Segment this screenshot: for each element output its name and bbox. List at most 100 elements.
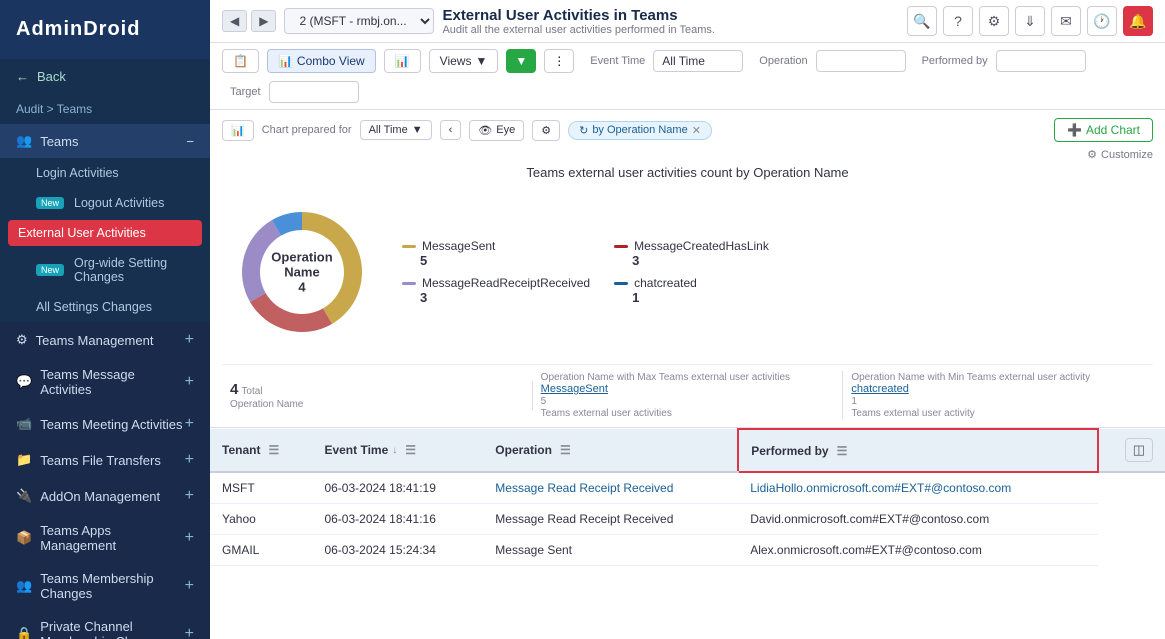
sidebar-sub-item-logout[interactable]: NewLogout Activities bbox=[0, 188, 210, 218]
add-chart-btn[interactable]: ➕ Add Chart bbox=[1054, 118, 1153, 142]
chart-bar-btn[interactable]: 📊 bbox=[222, 120, 254, 141]
donut-svg bbox=[222, 192, 382, 352]
table-view-btn[interactable]: 📋 bbox=[222, 49, 259, 73]
col-menu-tenant[interactable]: ☰ bbox=[268, 443, 279, 457]
file-expand-icon: + bbox=[185, 451, 194, 469]
legend-count: 3 bbox=[614, 253, 802, 268]
file-label: Teams File Transfers bbox=[40, 453, 161, 468]
topbar-actions: 🔍 ? ⚙ ⇓ ✉ 🕐 🔔 bbox=[907, 6, 1153, 36]
event-time-select[interactable]: All Time bbox=[653, 50, 743, 72]
filter-btn[interactable]: ▼ bbox=[506, 49, 536, 73]
customize-btn[interactable]: ⚙ Customize bbox=[1087, 148, 1153, 161]
sidebar-item-meeting[interactable]: 📹Teams Meeting Activities+ bbox=[0, 406, 210, 442]
donut-segment-MessageSent bbox=[302, 212, 362, 324]
footer-max: Operation Name with Max Teams external u… bbox=[533, 371, 844, 419]
clock-btn[interactable]: 🕐 bbox=[1087, 6, 1117, 36]
operation-label: Operation bbox=[759, 55, 807, 67]
private-icon: 🔒 bbox=[16, 626, 32, 639]
chart-footer: 4 TotalOperation NameOperation Name with… bbox=[222, 364, 1153, 419]
col-menu-eventtime[interactable]: ☰ bbox=[405, 443, 416, 457]
target-filter: Target bbox=[230, 81, 359, 103]
col-operation: Operation☰ bbox=[483, 429, 738, 472]
sidebar-sub-item-orgwide[interactable]: NewOrg-wide Setting Changes bbox=[0, 248, 210, 292]
teams-icon: 👥 bbox=[16, 133, 32, 149]
sidebar-item-apps[interactable]: 📦Teams Apps Management+ bbox=[0, 514, 210, 562]
legend-item-MessageSent: MessageSent5 bbox=[402, 239, 590, 268]
performedby-select[interactable] bbox=[996, 50, 1086, 72]
sidebar-item-addon[interactable]: 🔌AddOn Management+ bbox=[0, 478, 210, 514]
chart-prepared-value: All Time bbox=[369, 124, 408, 136]
chart-area: 📊 Chart prepared for All Time ▼ ‹ 👁 Eye … bbox=[210, 110, 1165, 428]
views-label: Views bbox=[440, 54, 472, 68]
combo-view-btn[interactable]: 📊 Combo View bbox=[267, 49, 376, 73]
cell-eventtime: 06-03-2024 15:24:34 bbox=[312, 535, 483, 566]
addon-expand-icon: + bbox=[185, 487, 194, 505]
sidebar-sub-item-login[interactable]: Login Activities bbox=[0, 158, 210, 188]
legend-name: MessageReadReceiptReceived bbox=[422, 276, 590, 290]
footer-max-extra: 5Teams external user activities bbox=[541, 396, 672, 419]
table-body: MSFT 06-03-2024 18:41:19 Message Read Re… bbox=[210, 472, 1165, 566]
back-button[interactable]: ← Back bbox=[0, 59, 210, 94]
help-btn[interactable]: ? bbox=[943, 6, 973, 36]
sidebar-item-private[interactable]: 🔒Private Channel Membership Changes+ bbox=[0, 610, 210, 639]
table-columns-row: Tenant☰Event Time↓☰Operation☰Performed b… bbox=[210, 429, 1165, 472]
search-btn[interactable]: 🔍 bbox=[907, 6, 937, 36]
teams-collapse-icon: − bbox=[186, 134, 194, 149]
views-chevron: ▼ bbox=[475, 54, 487, 68]
footer-min-link[interactable]: chatcreated bbox=[851, 383, 908, 395]
col-menu-performedby[interactable]: ☰ bbox=[837, 444, 848, 458]
filter-more-btn[interactable]: ⋮ bbox=[544, 49, 574, 73]
footer-max-link[interactable]: MessageSent bbox=[541, 383, 608, 395]
cell-performedby: Alex.onmicrosoft.com#EXT#@contoso.com bbox=[738, 535, 1097, 566]
footer-total-label: Total bbox=[241, 386, 262, 397]
management-icon: ⚙ bbox=[16, 332, 28, 348]
email-link[interactable]: LidiaHollo.onmicrosoft.com#EXT#@contoso.… bbox=[750, 481, 1011, 495]
sidebar-item-message[interactable]: 💬Teams Message Activities+ bbox=[0, 358, 210, 406]
nav-fwd-btn[interactable]: ▶ bbox=[251, 10, 276, 32]
email-btn[interactable]: ✉ bbox=[1051, 6, 1081, 36]
tenant-selector[interactable]: 2 (MSFT - rmbj.on... bbox=[284, 8, 434, 34]
sort-icon-eventtime[interactable]: ↓ bbox=[392, 445, 397, 456]
chart-filter-tag: ↻ by Operation Name ✕ bbox=[568, 121, 712, 140]
table-config-btn[interactable]: ◫ bbox=[1125, 438, 1153, 462]
views-btn[interactable]: Views ▼ bbox=[429, 49, 499, 73]
sidebar-sub-item-allsettings[interactable]: All Settings Changes bbox=[0, 292, 210, 322]
col-label-performedby: Performed by bbox=[751, 444, 828, 458]
apps-icon: 📦 bbox=[16, 530, 32, 546]
cell-eventtime: 06-03-2024 18:41:19 bbox=[312, 472, 483, 504]
legend-item-MessageCreatedHasLink: MessageCreatedHasLink3 bbox=[614, 239, 802, 268]
chart-view-btn[interactable]: 📊 bbox=[384, 49, 421, 73]
chart-time-btn[interactable]: All Time ▼ bbox=[360, 120, 432, 140]
operation-select[interactable] bbox=[816, 50, 906, 72]
cell-tenant: GMAIL bbox=[210, 535, 312, 566]
eye-settings-btn[interactable]: ⚙ bbox=[532, 120, 560, 141]
table-row: MSFT 06-03-2024 18:41:19 Message Read Re… bbox=[210, 472, 1165, 504]
nav-back-btn[interactable]: ◀ bbox=[222, 10, 247, 32]
settings-btn[interactable]: ⚙ bbox=[979, 6, 1009, 36]
col-eventtime: Event Time↓☰ bbox=[312, 429, 483, 472]
chart-prev-btn[interactable]: ‹ bbox=[440, 120, 462, 140]
teams-sub-menu: Login ActivitiesNewLogout ActivitiesExte… bbox=[0, 158, 210, 322]
col-menu-operation[interactable]: ☰ bbox=[560, 443, 571, 457]
sidebar-item-management[interactable]: ⚙Teams Management+ bbox=[0, 322, 210, 358]
chart-icon: 📊 bbox=[395, 54, 410, 68]
performedby-filter: Performed by bbox=[922, 50, 1086, 72]
sidebar-sub-item-external[interactable]: External User Activities bbox=[8, 220, 202, 246]
chart-title: Teams external user activities count by … bbox=[222, 165, 1153, 180]
event-time-filter: Event Time All Time bbox=[590, 50, 743, 72]
data-table: Tenant☰Event Time↓☰Operation☰Performed b… bbox=[210, 428, 1165, 566]
eye-btn[interactable]: 👁 Eye bbox=[469, 120, 524, 141]
bell-btn[interactable]: 🔔 bbox=[1123, 6, 1153, 36]
sidebar-item-teams[interactable]: 👥 Teams − bbox=[0, 124, 210, 158]
cell-tenant: MSFT bbox=[210, 472, 312, 504]
legend-label: MessageSent bbox=[402, 239, 590, 253]
addon-label: AddOn Management bbox=[40, 489, 160, 504]
chart-tag-close[interactable]: ✕ bbox=[692, 124, 701, 137]
sidebar-item-file[interactable]: 📁Teams File Transfers+ bbox=[0, 442, 210, 478]
cell-operation: Message Sent bbox=[483, 535, 738, 566]
legend-name: MessageSent bbox=[422, 239, 495, 253]
sidebar-item-membership[interactable]: 👥Teams Membership Changes+ bbox=[0, 562, 210, 610]
page-title-group: External User Activities in Teams Audit … bbox=[442, 7, 714, 36]
target-select[interactable] bbox=[269, 81, 359, 103]
download-btn[interactable]: ⇓ bbox=[1015, 6, 1045, 36]
